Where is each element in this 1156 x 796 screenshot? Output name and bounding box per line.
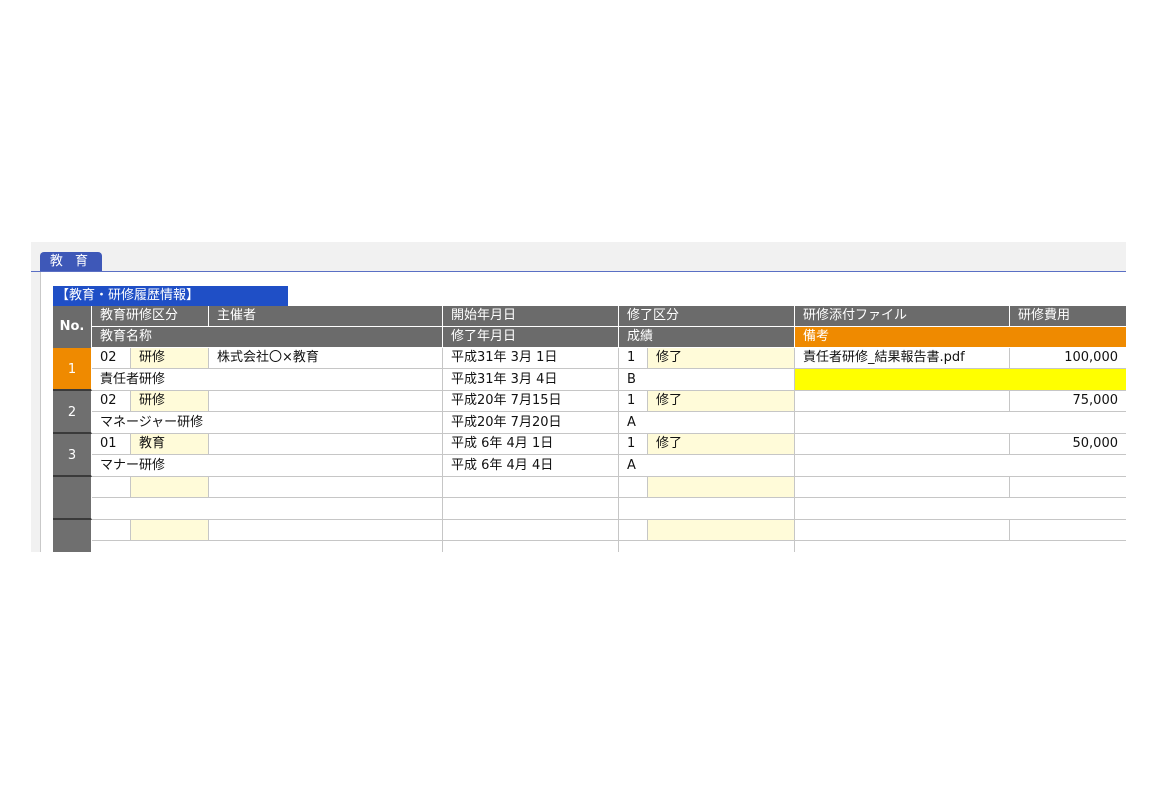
remarks-cell[interactable] [795,455,1126,477]
category-name-cell: 研修 [131,391,209,412]
attachment-cell[interactable] [795,434,1010,455]
completion-name-cell [648,477,795,498]
remarks-cell[interactable] [795,412,1126,434]
header-attachment: 研修添付ファイル [795,306,1010,327]
training-name-cell[interactable]: 責任者研修 [92,369,443,391]
start-date-cell[interactable] [443,520,619,541]
header-grade: 成績 [619,327,795,348]
end-date-cell[interactable] [443,498,619,520]
grade-cell[interactable]: A [619,412,795,434]
attachment-cell[interactable] [795,391,1010,412]
grade-cell[interactable]: B [619,369,795,391]
grade-cell[interactable] [619,498,795,520]
training-name-cell[interactable] [92,498,443,520]
tab-content: 【教育・研修履歴情報】 No. 教育研修区分 主催者 開始年月日 修了区分 研修… [40,272,1126,552]
start-date-cell[interactable] [443,477,619,498]
row-number[interactable]: 2 [53,391,92,434]
end-date-cell[interactable] [443,541,619,552]
cost-cell[interactable]: 75,000 [1010,391,1126,412]
training-name-cell[interactable] [92,541,443,552]
category-name-cell: 教育 [131,434,209,455]
start-date-cell[interactable]: 平成20年 7月15日 [443,391,619,412]
completion-code-cell[interactable]: 1 [619,434,648,455]
organizer-cell[interactable] [209,391,443,412]
row-number[interactable]: 1 [53,348,92,391]
header-category: 教育研修区分 [92,306,209,327]
remarks-cell[interactable] [795,541,1126,552]
education-panel: 教 育 【教育・研修履歴情報】 No. 教育研修区分 主催者 開始年月日 修了区… [31,242,1126,552]
remarks-cell[interactable] [795,498,1126,520]
cost-cell[interactable] [1010,477,1126,498]
header-remarks: 備考 [795,327,1126,348]
training-name-cell[interactable]: マナー研修 [92,455,443,477]
row-number[interactable] [53,477,92,520]
grade-cell[interactable] [619,541,795,552]
header-organizer: 主催者 [209,306,443,327]
category-code-cell[interactable]: 02 [92,391,131,412]
attachment-cell[interactable] [795,477,1010,498]
organizer-cell[interactable] [209,477,443,498]
category-name-cell [131,477,209,498]
start-date-cell[interactable]: 平成31年 3月 1日 [443,348,619,369]
category-name-cell: 研修 [131,348,209,369]
header-cost: 研修費用 [1010,306,1126,327]
attachment-cell[interactable] [795,520,1010,541]
header-completion-type: 修了区分 [619,306,795,327]
cost-cell[interactable]: 100,000 [1010,348,1126,369]
organizer-cell[interactable]: 株式会社〇×教育 [209,348,443,369]
header-start-date: 開始年月日 [443,306,619,327]
cost-cell[interactable] [1010,520,1126,541]
section-title: 【教育・研修履歴情報】 [53,286,288,306]
attachment-cell[interactable]: 責任者研修_結果報告書.pdf [795,348,1010,369]
category-name-cell [131,520,209,541]
end-date-cell[interactable]: 平成20年 7月20日 [443,412,619,434]
end-date-cell[interactable]: 平成 6年 4月 4日 [443,455,619,477]
cost-cell[interactable]: 50,000 [1010,434,1126,455]
row-number[interactable]: 3 [53,434,92,477]
header-name: 教育名称 [92,327,443,348]
organizer-cell[interactable] [209,434,443,455]
start-date-cell[interactable]: 平成 6年 4月 1日 [443,434,619,455]
completion-name-cell: 修了 [648,348,795,369]
category-code-cell[interactable]: 01 [92,434,131,455]
organizer-cell[interactable] [209,520,443,541]
row-number[interactable] [53,520,92,552]
category-code-cell[interactable]: 02 [92,348,131,369]
completion-code-cell[interactable]: 1 [619,391,648,412]
completion-name-cell: 修了 [648,434,795,455]
remarks-cell[interactable] [795,369,1126,391]
completion-code-cell[interactable] [619,477,648,498]
grade-cell[interactable]: A [619,455,795,477]
completion-code-cell[interactable]: 1 [619,348,648,369]
completion-name-cell: 修了 [648,391,795,412]
category-code-cell[interactable] [92,477,131,498]
completion-name-cell [648,520,795,541]
tab-education[interactable]: 教 育 [40,252,102,272]
completion-code-cell[interactable] [619,520,648,541]
training-name-cell[interactable]: マネージャー研修 [92,412,443,434]
header-end-date: 修了年月日 [443,327,619,348]
header-no: No. [53,306,92,348]
end-date-cell[interactable]: 平成31年 3月 4日 [443,369,619,391]
category-code-cell[interactable] [92,520,131,541]
